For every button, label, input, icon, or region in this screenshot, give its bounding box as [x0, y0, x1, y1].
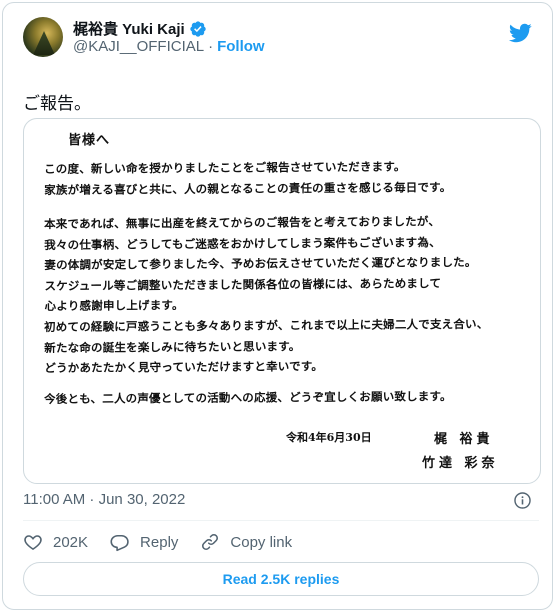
link-icon — [202, 534, 219, 550]
separator-dot: · — [208, 38, 214, 55]
info-icon[interactable] — [513, 491, 532, 510]
letter-greeting: 皆様へ — [68, 133, 111, 148]
letter-line: 本来であれば、無事に出産を終えてからのご報告をと考えておりましたが、 — [44, 214, 441, 231]
author-handle[interactable]: @KAJI__OFFICIAL — [73, 38, 204, 55]
reply-button[interactable]: Reply — [110, 532, 178, 552]
like-button[interactable]: 202K — [23, 532, 88, 552]
letter-paragraph: 今後とも、二人の声優としての活動への応援、どうぞ宜しくお願い致します。 — [44, 386, 452, 409]
tweet-timestamp[interactable]: 11:00 AM · Jun 30, 2022 — [23, 491, 185, 508]
author-name-row[interactable]: 梶裕貴 Yuki Kaji — [73, 18, 207, 39]
action-bar: 202K Reply Copy link — [23, 532, 292, 552]
letter-paragraph: この度、新しい命を授かりましたことをご報告させていただきます。 家族が増える喜び… — [44, 156, 451, 200]
twitter-bird-icon[interactable] — [508, 21, 532, 45]
author-name[interactable]: 梶裕貴 Yuki Kaji — [73, 18, 185, 39]
reply-icon — [110, 534, 129, 552]
letter-line: 初めての経験に戸惑うことも多々ありますが、これまで以上に夫婦二人で支え合い、 — [44, 316, 489, 334]
letter-line: 心より感謝申し上げます。 — [44, 298, 184, 313]
letter-date: 令和4年6月30日 — [286, 431, 372, 444]
tweet-card: 梶裕貴 Yuki Kaji @KAJI__OFFICIAL · Follow ご報告… — [2, 2, 553, 610]
letter-line: スケジュール等ご調整いただきました関係各位の皆様には、あらためまして — [44, 275, 442, 293]
letter-paragraph: 本来であれば、無事に出産を終えてからのご報告をと考えておりましたが、 我々の仕事… — [44, 211, 477, 317]
handle-line: @KAJI__OFFICIAL · Follow — [73, 38, 265, 55]
letter-image[interactable]: 皆様へ この度、新しい命を授かりましたことをご報告させていただきます。 家族が増… — [23, 118, 541, 484]
like-count: 202K — [53, 533, 89, 551]
copy-link-label: Copy link — [230, 533, 293, 551]
letter-line: 家族が増える喜びと共に、人の親となることの責任の重さを感じる毎日です。 — [44, 179, 452, 197]
copy-link-button[interactable]: Copy link — [200, 532, 292, 552]
heart-icon — [24, 535, 42, 551]
avatar[interactable] — [23, 17, 63, 57]
tweet-text: ご報告。 — [23, 94, 91, 113]
letter-signature-1: 梶 裕貴 — [434, 432, 494, 447]
letter-paragraph: 初めての経験に戸惑うことも多々ありますが、これまで以上に夫婦二人で支え合い、 新… — [44, 314, 489, 379]
follow-button[interactable]: Follow — [217, 38, 265, 55]
letter-line: どうかあたたかく見守っていただけますと幸いです。 — [44, 359, 324, 375]
letter-signature-2: 竹達 彩奈 — [422, 456, 499, 471]
divider — [23, 520, 539, 521]
letter-line: この度、新しい命を授かりましたことをご報告させていただきます。 — [44, 159, 406, 176]
read-replies-button[interactable]: Read 2.5K replies — [23, 562, 539, 596]
letter-line: 今後とも、二人の声優としての活動への応援、どうぞ宜しくお願い致します。 — [44, 389, 452, 406]
reply-label: Reply — [140, 533, 179, 551]
letter-line: 妻の体調が安定して参りました今、予めお伝えさせていただく運びとなりました。 — [44, 254, 477, 272]
verified-badge-icon — [190, 20, 206, 37]
